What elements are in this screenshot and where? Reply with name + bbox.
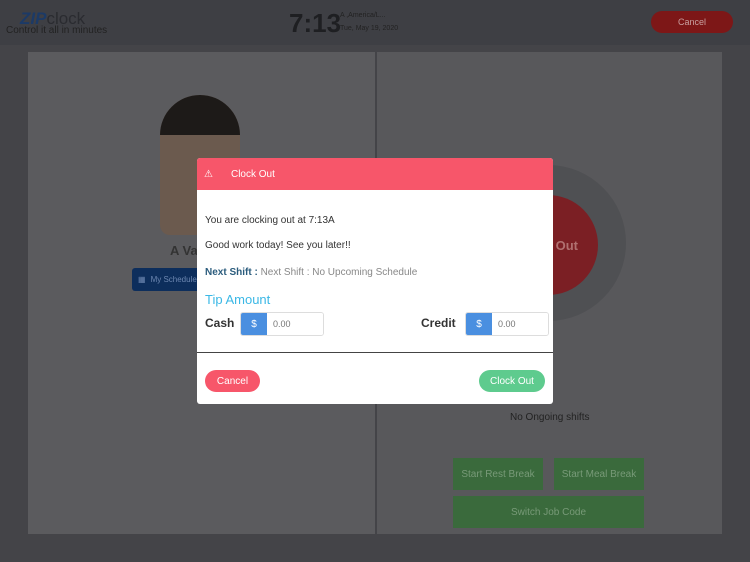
cash-input-group: $ [240, 312, 324, 336]
clock-out-dialog: ⚠ Clock Out You are clocking out at 7:13… [197, 158, 553, 404]
next-shift: Next Shift : Next Shift : No Upcoming Sc… [205, 267, 418, 278]
header-cancel-button[interactable]: Cancel [651, 11, 733, 33]
divider [197, 352, 553, 353]
start-rest-break-button[interactable]: Start Rest Break [453, 458, 543, 490]
employee-name: A Va [170, 243, 198, 258]
dialog-title: Clock Out [230, 168, 275, 180]
top-bar: ZIPclock Control it all in minutes 7:13 … [0, 0, 750, 45]
tagline: Control it all in minutes [6, 25, 108, 36]
cash-label: Cash [205, 316, 235, 330]
switch-job-code-button[interactable]: Switch Job Code [453, 496, 644, 528]
clocking-out-message: You are clocking out at 7:13A [205, 215, 335, 226]
cash-input[interactable] [267, 313, 323, 335]
my-schedule-button[interactable]: ▦ My Schedule [132, 268, 202, 291]
credit-input[interactable] [492, 313, 548, 335]
current-time: 7:13 [289, 8, 342, 38]
calendar-icon: ▦ [138, 275, 146, 284]
dialog-header: ⚠ Clock Out [197, 158, 553, 190]
warning-icon: ⚠ [204, 168, 213, 180]
dialog-cancel-button[interactable]: Cancel [205, 370, 260, 392]
timezone: A ,America/L... [340, 12, 386, 19]
credit-input-group: $ [465, 312, 549, 336]
credit-label: Credit [421, 316, 456, 330]
greeting-message: Good work today! See you later!! [205, 240, 351, 251]
current-date: Tue, May 19, 2020 [340, 25, 399, 32]
clock-out-button[interactable]: Clock Out [479, 370, 545, 392]
no-shifts-text: No Ongoing shifts [510, 412, 590, 423]
start-meal-break-button[interactable]: Start Meal Break [554, 458, 644, 490]
tip-amount-heading: Tip Amount [205, 292, 271, 307]
